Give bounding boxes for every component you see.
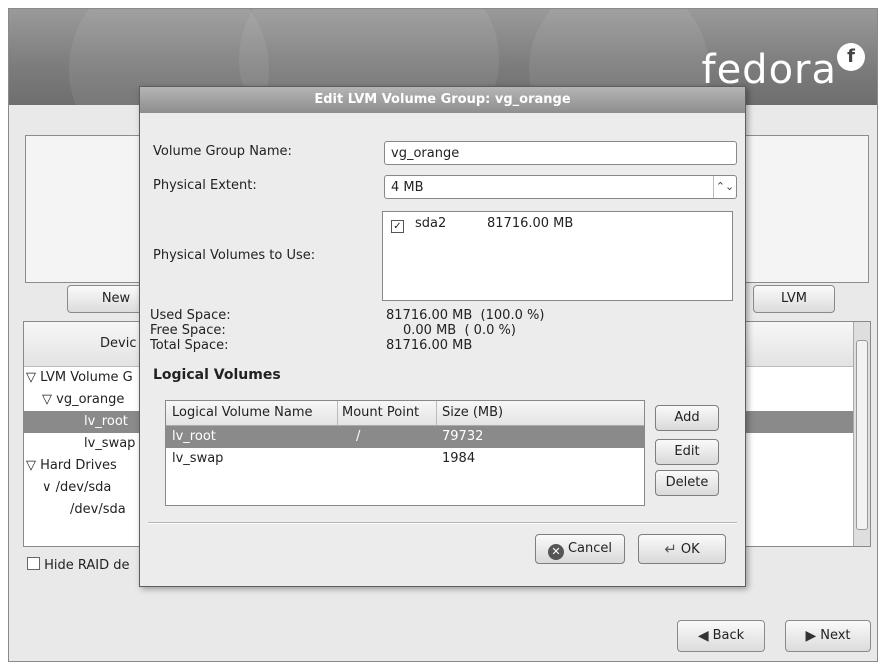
arrow-right-icon: ▶	[805, 628, 817, 644]
lv-table[interactable]: Logical Volume Name Mount Point Size (MB…	[165, 400, 645, 506]
hide-raid-checkbox[interactable]	[27, 557, 40, 570]
pv-list[interactable]: ✓ sda2 81716.00 MB	[382, 211, 733, 301]
arrow-left-icon: ◀	[697, 628, 709, 644]
lv-section-title: Logical Volumes	[153, 367, 281, 383]
edit-button[interactable]: Edit	[655, 439, 719, 465]
used-label: Used Space:	[150, 308, 231, 323]
fedora-mark-icon: f	[837, 43, 865, 71]
lvm-button[interactable]: LVM	[753, 285, 835, 313]
expand-icon[interactable]: ▽	[26, 370, 40, 385]
expand-icon[interactable]: ∨	[42, 480, 56, 495]
tree-scrollbar[interactable]	[853, 322, 870, 546]
lv-table-header: Logical Volume Name Mount Point Size (MB…	[166, 401, 644, 426]
expand-icon[interactable]: ▽	[26, 458, 40, 473]
dialog-separator	[148, 522, 737, 524]
extent-label: Physical Extent:	[153, 178, 257, 193]
pv-size: 81716.00 MB	[487, 216, 574, 231]
total-value: 81716.00 MB	[386, 338, 473, 353]
expand-icon[interactable]: ▽	[42, 392, 56, 407]
pv-name: sda2	[415, 216, 447, 231]
used-value: 81716.00 MB (100.0 %)	[386, 308, 545, 323]
add-button[interactable]: Add	[655, 405, 719, 431]
hide-raid-checkbox-row[interactable]: Hide RAID de	[27, 557, 130, 573]
col-size[interactable]: Size (MB)	[442, 401, 503, 425]
free-label: Free Space:	[150, 323, 226, 338]
combo-updown-icon[interactable]: ⌃⌄	[713, 176, 736, 198]
free-value: 0.00 MB ( 0.0 %)	[403, 323, 516, 338]
ok-arrow-icon: ↵	[664, 540, 677, 558]
vg-name-label: Volume Group Name:	[153, 144, 292, 159]
col-lv-name[interactable]: Logical Volume Name	[172, 401, 313, 425]
lv-row[interactable]: lv_swap 1984	[166, 448, 644, 470]
col-mount-point[interactable]: Mount Point	[342, 401, 419, 425]
ok-button[interactable]: ↵ OK	[638, 534, 726, 564]
edit-lvm-dialog: Edit LVM Volume Group: vg_orange Volume …	[139, 86, 746, 587]
cancel-icon: ✕	[547, 544, 564, 560]
total-label: Total Space:	[150, 338, 229, 353]
delete-button[interactable]: Delete	[655, 470, 719, 496]
pv-label: Physical Volumes to Use:	[153, 248, 316, 263]
cancel-button[interactable]: ✕ Cancel	[535, 534, 625, 564]
back-button[interactable]: ◀ Back	[677, 620, 765, 652]
next-button[interactable]: ▶ Next	[785, 620, 871, 652]
dialog-title: Edit LVM Volume Group: vg_orange	[140, 87, 745, 113]
extent-combo[interactable]: 4 MB ⌃⌄	[384, 175, 737, 199]
pv-checkbox-checked-icon[interactable]: ✓	[391, 220, 404, 233]
lv-row-selected[interactable]: lv_root / 79732	[166, 426, 644, 448]
vg-name-field[interactable]: vg_orange	[384, 141, 737, 165]
scrollbar-thumb[interactable]	[856, 340, 868, 530]
